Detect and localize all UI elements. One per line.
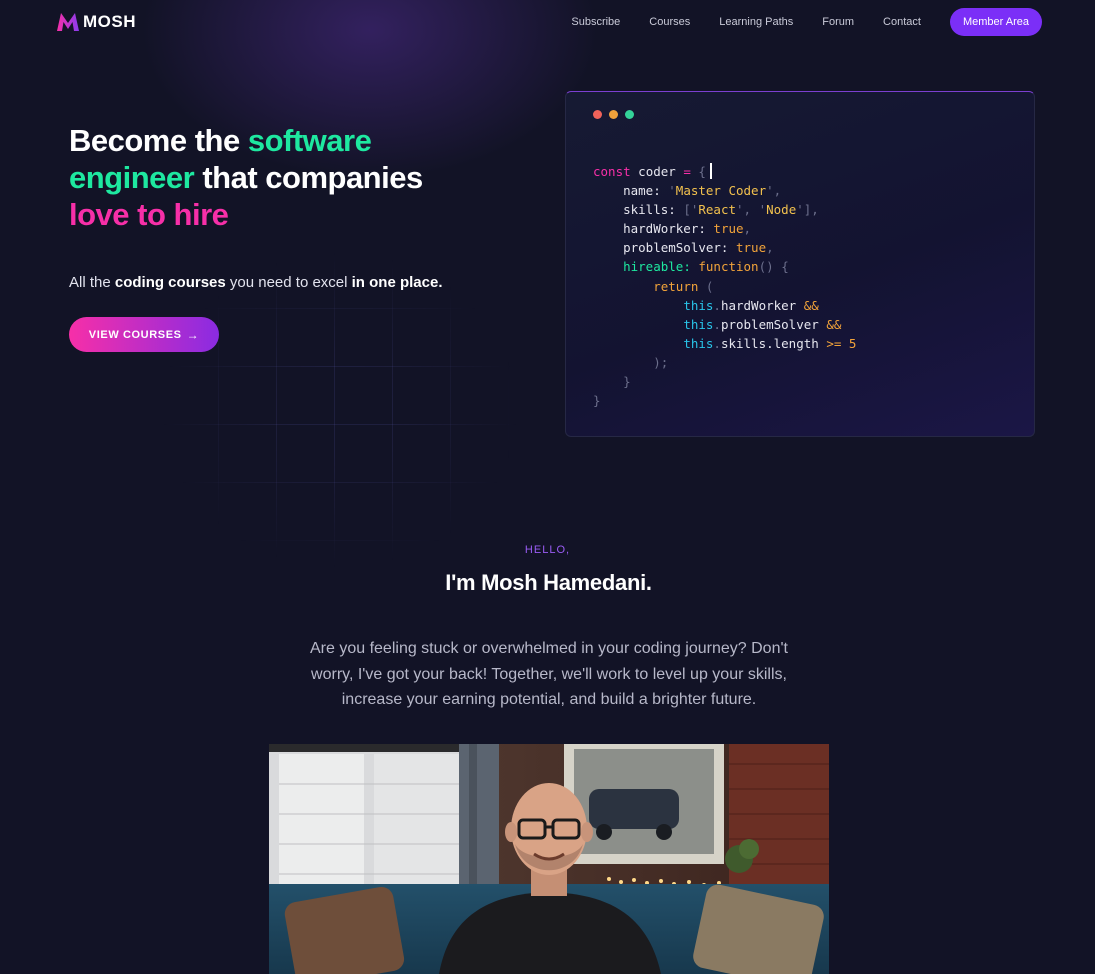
code-line: this.hardWorker && (683, 297, 819, 313)
instructor-photo (269, 744, 829, 974)
hero-subtitle: All the coding courses you need to excel… (69, 274, 443, 291)
nav-link-courses[interactable]: Courses (649, 8, 690, 36)
text-cursor (709, 163, 712, 179)
code-line: problemSolver: true, (593, 240, 774, 256)
hero-subtitle-part-3: you need to excel (225, 274, 352, 291)
instructor-name: I'm Mosh Hamedani. (445, 570, 652, 595)
code-line: this.problemSolver && (683, 316, 842, 332)
logo-text: MOSH (83, 12, 136, 31)
nav-link-contact[interactable]: Contact (883, 8, 921, 36)
hero-title-part-1: Become the (69, 123, 248, 158)
code-line: name: 'Master Coder', (593, 183, 782, 199)
code-line: ); (653, 354, 669, 370)
hero-title: Become the software engineer that compan… (69, 122, 489, 233)
hero-subtitle-part-1: All the (69, 274, 115, 291)
window-dot-orange-icon (609, 110, 618, 119)
hero-title-highlight-love-to-hire: love to hire (69, 197, 229, 232)
code-line: hardWorker: true, (593, 221, 752, 237)
top-navigation: MOSH Subscribe Courses Learning Paths Fo… (0, 0, 1095, 44)
hero-subtitle-bold-coding-courses: coding courses (114, 274, 226, 291)
code-line: this.skills.length >= 5 (683, 335, 857, 351)
nav-link-subscribe[interactable]: Subscribe (571, 8, 620, 36)
code-line: hireable: function() { (623, 259, 789, 275)
code-line: skills: ['React', 'Node'], (593, 202, 819, 218)
background-grid (160, 250, 520, 570)
arrow-right-icon: → (186, 327, 200, 342)
nav-link-forum[interactable]: Forum (822, 8, 854, 36)
code-line: const coder = { (593, 162, 856, 181)
instructor-photo-illustration (269, 744, 829, 974)
view-courses-button[interactable]: VIEW COURSES → (69, 317, 219, 352)
member-area-button[interactable]: Member Area (949, 8, 1042, 36)
code-snippet: const coder = { name: 'Master Coder', sk… (593, 162, 856, 410)
code-line: } (593, 393, 601, 409)
logo[interactable]: MOSH (56, 12, 136, 32)
about-paragraph: Are you feeling stuck or overwhelmed in … (310, 640, 788, 708)
code-line: return ( (653, 278, 714, 294)
nav-link-learning-paths[interactable]: Learning Paths (719, 8, 793, 36)
greeting-label: HELLO, (524, 544, 571, 556)
window-dot-red-icon (593, 110, 602, 119)
code-line: } (623, 374, 631, 390)
hero-title-part-3: that companies (194, 160, 423, 195)
code-window: const coder = { name: 'Master Coder', sk… (565, 91, 1035, 437)
window-controls (593, 110, 634, 119)
mosh-logo-icon (57, 13, 79, 31)
view-courses-label: VIEW COURSES (88, 328, 182, 341)
window-dot-green-icon (625, 110, 634, 119)
hero-subtitle-bold-one-place: in one place. (351, 274, 443, 291)
nav-links: Subscribe Courses Learning Paths Forum C… (571, 8, 1042, 36)
